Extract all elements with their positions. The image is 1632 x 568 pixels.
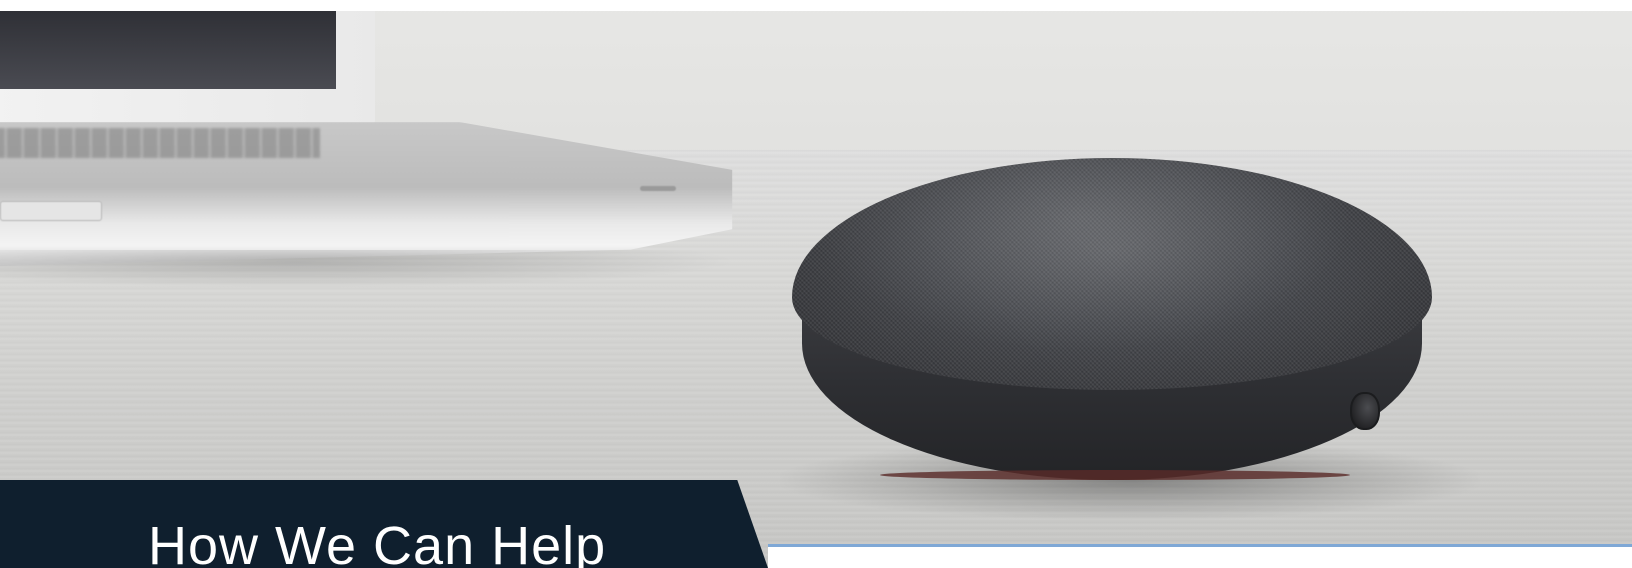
- section-heading: How We Can Help: [148, 516, 607, 568]
- speaker-power-port: [1350, 392, 1380, 430]
- laptop-shadow: [0, 250, 740, 288]
- laptop-port: [0, 201, 102, 221]
- laptop-keyboard: [0, 128, 320, 158]
- laptop-screen: [0, 11, 336, 89]
- speaker-base-rim: [880, 470, 1350, 480]
- laptop-indicator-light: [640, 186, 676, 191]
- top-white-strip: [0, 0, 1632, 11]
- bottom-white-strip: [768, 547, 1632, 568]
- hero-section: How We Can Help: [0, 0, 1632, 568]
